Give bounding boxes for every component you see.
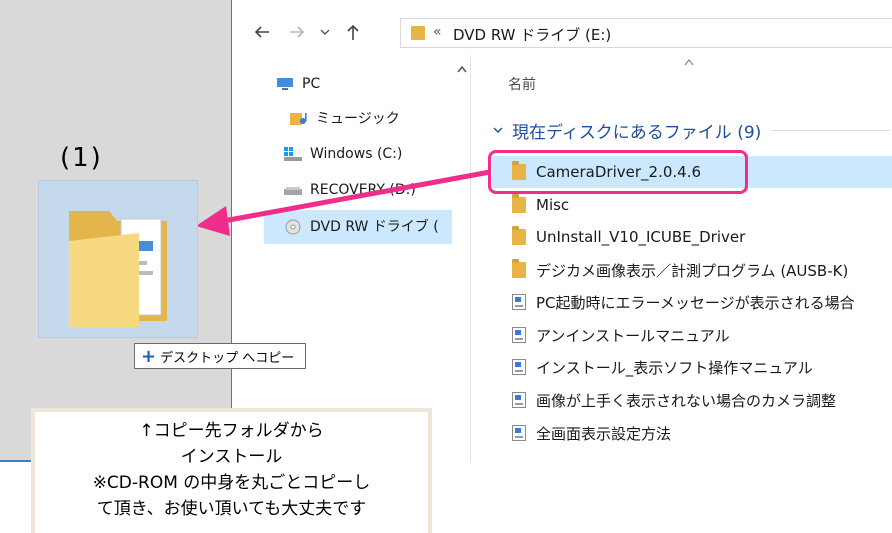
note-line: ※CD-ROM の中身を丸ごとコピーし: [92, 473, 371, 493]
drag-copy-tooltip: + デスクトップ へコピー: [134, 343, 306, 369]
note-line: ↑コピー先フォルダから: [139, 421, 324, 441]
drag-copy-tooltip-text: + デスクトップ へコピー: [141, 345, 295, 367]
dragged-folder-icon[interactable]: [38, 180, 198, 338]
note-line: て頂き、お使い頂いても大丈夫です: [96, 499, 367, 519]
step-label: (1): [60, 143, 103, 173]
plus-icon: +: [141, 345, 157, 367]
folder-icon: [69, 211, 167, 327]
note-line: インストール: [180, 447, 283, 467]
note-box: ↑コピー先フォルダから インストール ※CD-ROM の中身を丸ごとコピーし て…: [31, 408, 432, 533]
